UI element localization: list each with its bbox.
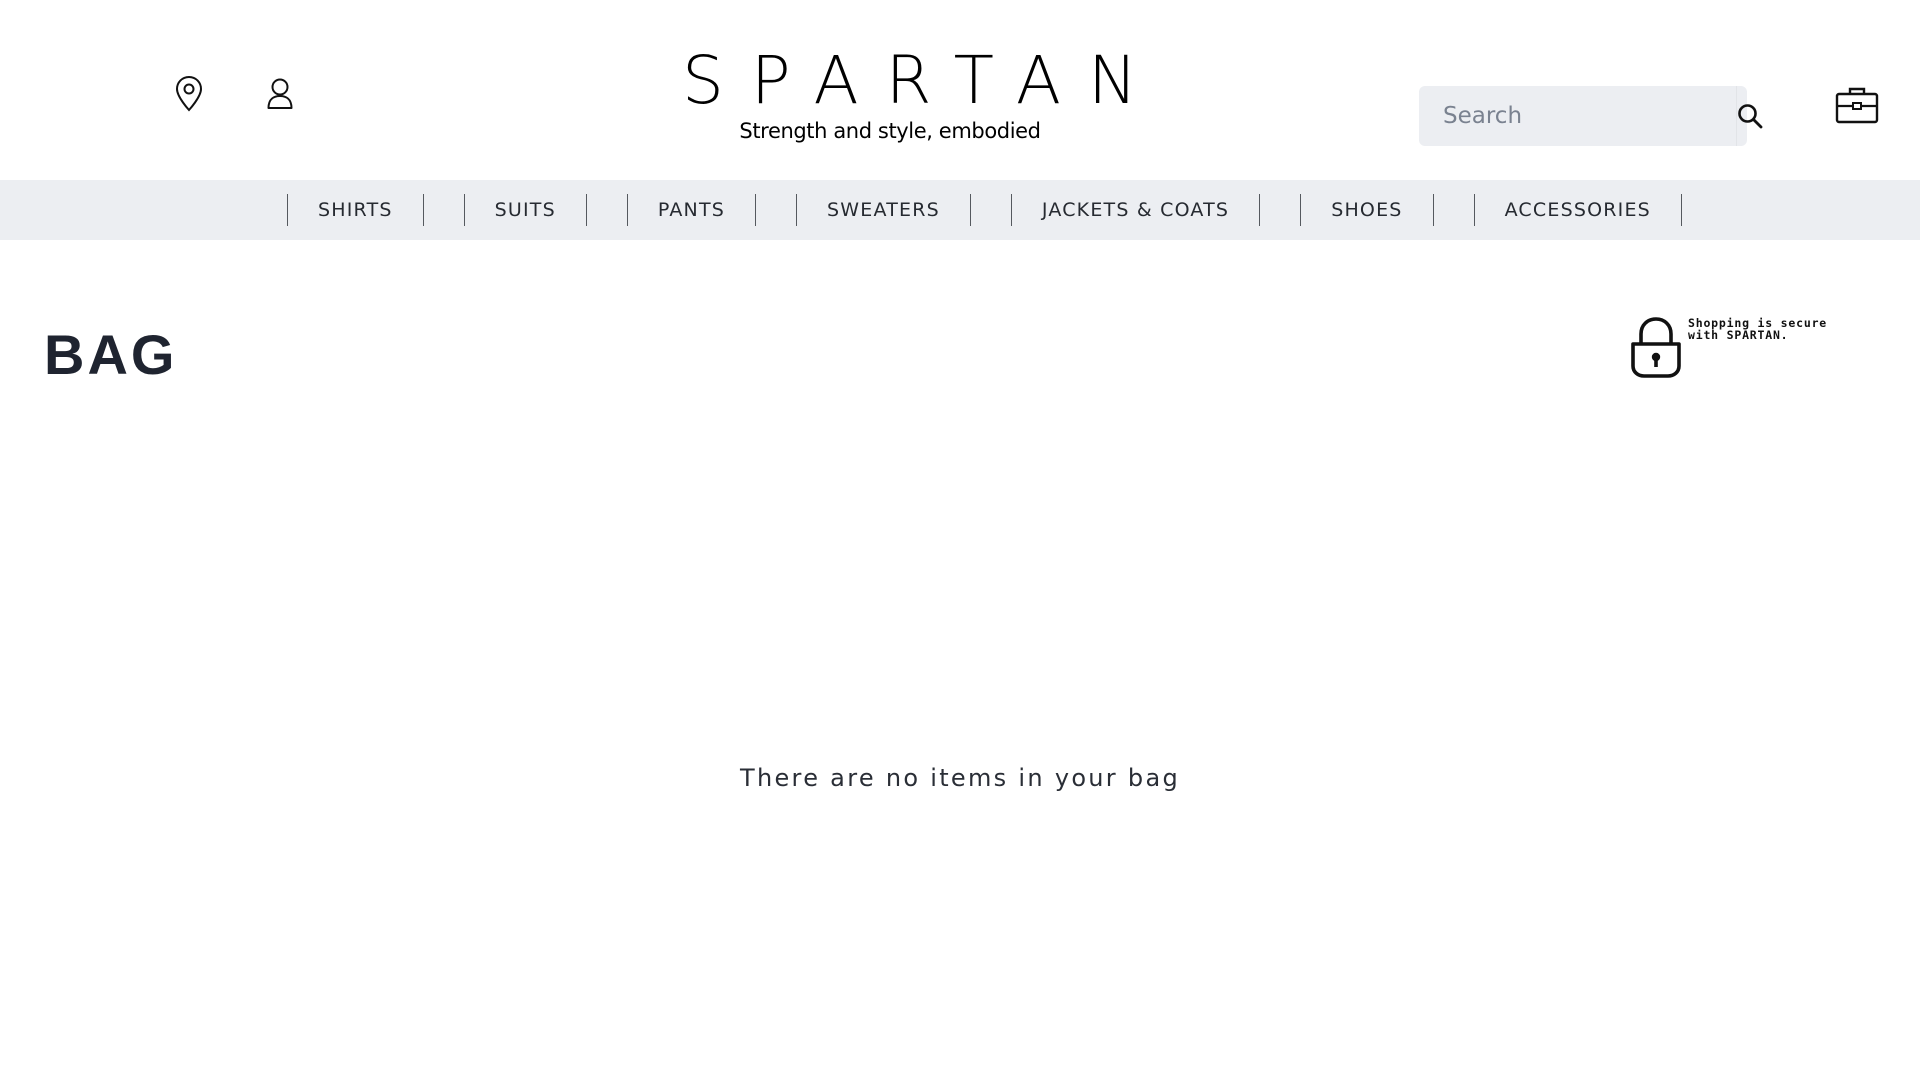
search-bar <box>1419 86 1763 146</box>
empty-bag-message: There are no items in your bag <box>740 764 1180 792</box>
search-input[interactable] <box>1419 86 1736 146</box>
nav-item-accessories[interactable]: ACCESSORIES <box>1473 194 1682 226</box>
bag-button[interactable] <box>1834 84 1880 126</box>
brand-tagline: Strength and style, embodied <box>739 119 1041 143</box>
site-header: SPARTAN Strength and style, embodied <box>0 0 1920 180</box>
nav-item-shoes[interactable]: SHOES <box>1300 194 1434 226</box>
nav-item-shirts[interactable]: SHIRTS <box>287 194 424 226</box>
secure-shopping-badge: Shopping is secure with SPARTAN. <box>1628 314 1838 380</box>
nav-item-jackets-coats[interactable]: JACKETS & COATS <box>1010 194 1261 226</box>
nav-item-suits[interactable]: SUITS <box>463 194 587 226</box>
search-button[interactable] <box>1736 86 1763 146</box>
nav-item-sweaters[interactable]: SWEATERS <box>796 194 971 226</box>
store-locator-button[interactable] <box>170 74 208 114</box>
map-pin-icon <box>175 75 203 112</box>
search-icon <box>1738 104 1763 129</box>
user-icon <box>267 78 293 109</box>
lock-icon <box>1631 317 1681 378</box>
account-button[interactable] <box>262 74 298 114</box>
page-title: BAG <box>44 323 178 386</box>
nav-item-pants[interactable]: PANTS <box>626 194 757 226</box>
brand-logo[interactable]: SPARTAN Strength and style, embodied <box>655 42 1165 144</box>
secure-note: Shopping is secure with SPARTAN. <box>1688 316 1828 342</box>
category-nav: SHIRTS SUITS PANTS SWEATERS JACKETS & CO… <box>0 180 1920 240</box>
brand-name: SPARTAN <box>682 42 1165 119</box>
briefcase-icon <box>1835 87 1879 124</box>
